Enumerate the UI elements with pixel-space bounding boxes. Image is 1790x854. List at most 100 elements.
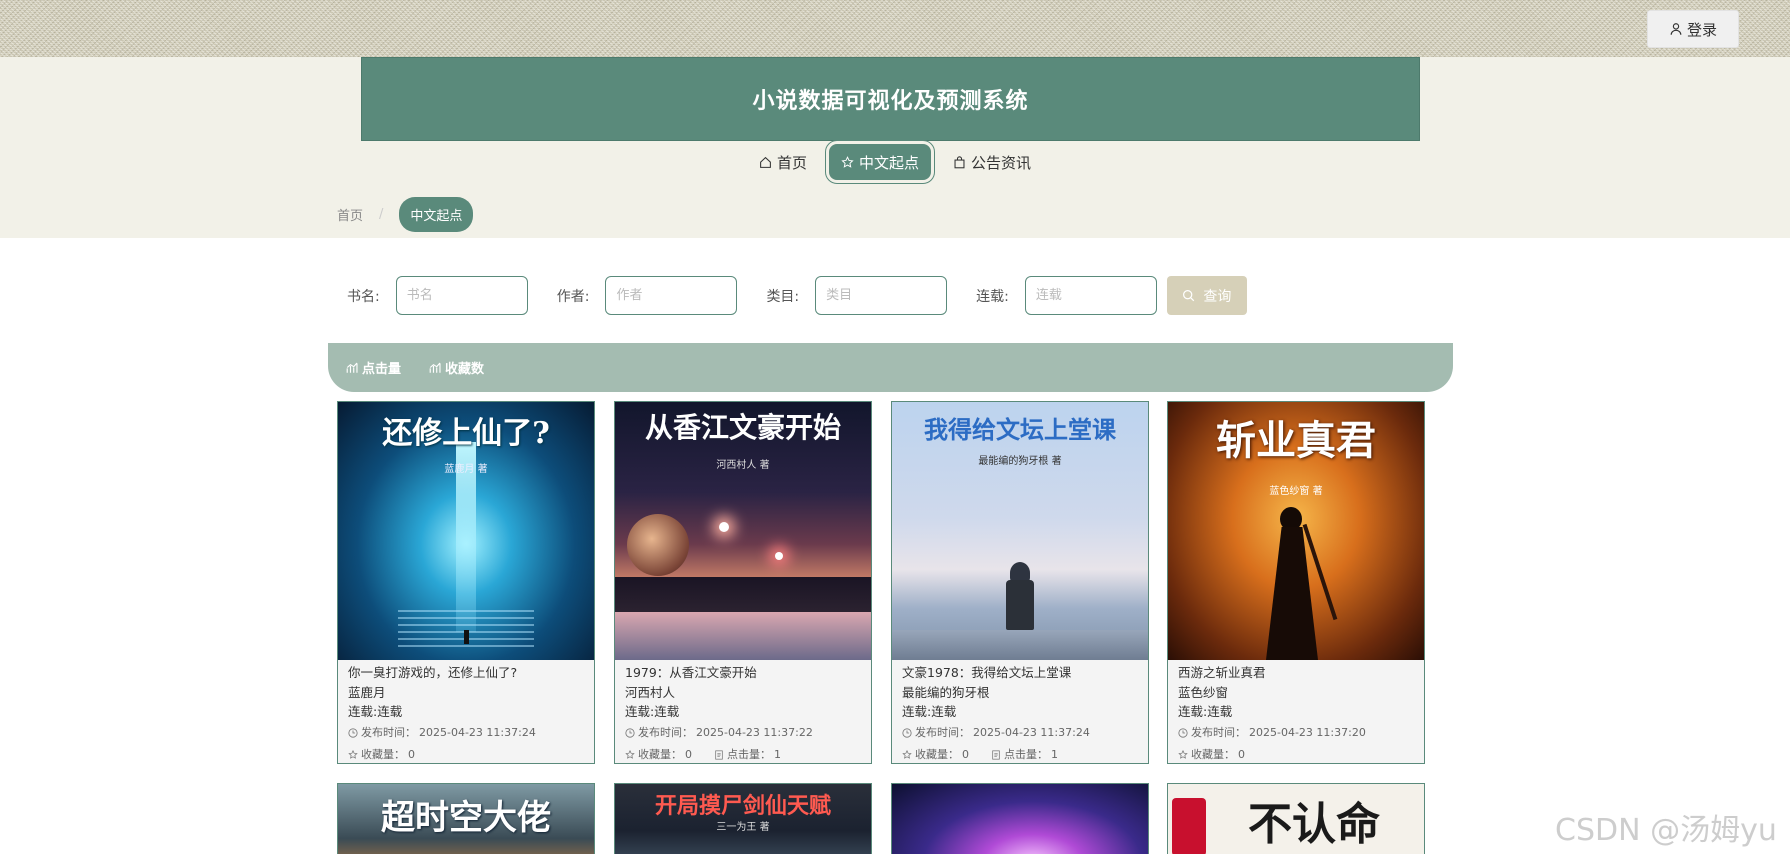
clock-icon — [902, 727, 912, 738]
star-icon — [841, 155, 854, 168]
sort-by-clicks[interactable]: 点击量 — [346, 358, 401, 377]
nav-item-qidian[interactable]: 中文起点 — [824, 140, 936, 184]
book-cover[interactable]: 斩业真君 蓝色纱窗 著 — [1168, 402, 1424, 660]
publish-time: 2025-04-23 11:37:24 — [419, 725, 536, 739]
book-card[interactable]: 开局摸尸剑仙天赋 三一为王 著 — [614, 783, 872, 854]
book-cover[interactable]: 还修上仙了? 蓝鹿月 著 — [338, 402, 594, 660]
book-card[interactable]: 超时空大佬 — [337, 783, 595, 854]
book-card[interactable]: 从香江文豪开始 河西村人 著 1979：从香江文豪开始 河西村人 连载:连载 发… — [614, 401, 872, 764]
favorites-count: 0 — [408, 747, 415, 761]
author-label: 作者: — [556, 288, 590, 305]
serial-label: 连载: — [976, 288, 1009, 305]
favorites-label: 收藏量： — [361, 747, 405, 761]
publish-label: 发布时间： — [361, 725, 416, 739]
sort-bar: 点击量 收藏数 — [328, 343, 1453, 392]
user-icon — [1670, 23, 1682, 35]
main-nav: 首页 中文起点 公告资讯 — [0, 140, 1790, 184]
clicks-label: 点击量： — [1004, 747, 1048, 761]
breadcrumb: 首页 / 中文起点 — [337, 197, 474, 232]
breadcrumb-separator: / — [379, 207, 384, 222]
book-status: 连载:连载 — [902, 704, 957, 719]
book-info: 西游之斩业真君 蓝色纱窗 连载:连载 发布时间： 2025-04-23 11:3… — [1168, 660, 1424, 764]
cover-title: 超时空大佬 — [381, 798, 551, 838]
category-input[interactable] — [815, 276, 948, 315]
watermark: CSDN @汤姆yu — [1555, 813, 1777, 848]
cover-author: 蓝鹿月 著 — [444, 464, 488, 475]
document-icon — [715, 749, 723, 760]
book-cover[interactable]: 从香江文豪开始 河西村人 著 — [615, 402, 871, 660]
book-card[interactable]: 我得给文坛上堂课 最能编的狗牙根 著 文豪1978：我得给文坛上堂课 最能编的狗… — [891, 401, 1149, 764]
star-icon — [625, 749, 635, 759]
query-label: 查询 — [1203, 287, 1232, 304]
book-title: 你一臭打游戏的，还修上仙了? — [348, 665, 518, 680]
nav-item-home[interactable]: 首页 — [747, 144, 819, 180]
site-title-bar: 小说数据可视化及预测系统 — [361, 57, 1420, 141]
clicks-count: 1 — [774, 747, 781, 761]
cover-title: 从香江文豪开始 — [644, 411, 841, 444]
nav-item-label: 中文起点 — [858, 153, 919, 172]
login-button[interactable]: 登录 — [1647, 10, 1739, 48]
favorites-label: 收藏量： — [638, 747, 682, 761]
cover-title: 我得给文坛上堂课 — [924, 415, 1116, 444]
publish-label: 发布时间： — [915, 725, 970, 739]
search-form: 书名: 作者: 类目: 连载: 查询 — [347, 276, 1247, 315]
breadcrumb-current: 中文起点 — [399, 197, 474, 232]
publish-time-row: 发布时间： 2025-04-23 11:37:22 — [625, 722, 861, 744]
nav-item-news[interactable]: 公告资讯 — [941, 144, 1043, 180]
book-info: 文豪1978：我得给文坛上堂课 最能编的狗牙根 连载:连载 发布时间： 2025… — [892, 660, 1148, 763]
publish-time: 2025-04-23 11:37:24 — [973, 725, 1090, 739]
book-info: 1979：从香江文豪开始 河西村人 连载:连载 发布时间： 2025-04-23… — [615, 660, 871, 763]
home-icon — [760, 156, 771, 168]
book-card[interactable]: 斩业真君 蓝色纱窗 著 西游之斩业真君 蓝色纱窗 连载:连载 发布时间： 202… — [1167, 401, 1425, 764]
book-name-label: 书名: — [347, 288, 380, 305]
nav-item-label: 公告资讯 — [971, 153, 1032, 172]
star-icon — [1178, 749, 1188, 759]
document-icon — [992, 749, 1000, 760]
stats-row: 收藏量： 0 — [1178, 744, 1414, 764]
book-author: 河西村人 — [625, 684, 676, 700]
clock-icon — [1178, 727, 1188, 738]
cover-author: 河西村人 著 — [716, 460, 770, 471]
book-card[interactable] — [891, 783, 1149, 854]
publish-time-row: 发布时间： 2025-04-23 11:37:24 — [902, 722, 1138, 744]
star-icon — [902, 749, 912, 759]
query-button[interactable]: 查询 — [1166, 276, 1247, 315]
favorites-count: 0 — [1238, 747, 1245, 761]
book-cover[interactable]: 我得给文坛上堂课 最能编的狗牙根 著 — [892, 402, 1148, 660]
clock-icon — [625, 727, 635, 738]
stats-row: 收藏量： 0 — [348, 744, 584, 764]
cover-title: 还修上仙了? — [382, 416, 550, 451]
clicks-count: 1 — [1051, 747, 1058, 761]
publish-time: 2025-04-23 11:37:22 — [696, 725, 813, 739]
sort-by-favorites[interactable]: 收藏数 — [429, 358, 484, 377]
book-status: 连载:连载 — [1178, 704, 1233, 719]
favorites-label: 收藏量： — [1191, 747, 1235, 761]
cover-author: 最能编的狗牙根 著 — [978, 456, 1062, 467]
book-card[interactable]: 还修上仙了? 蓝鹿月 著 你一臭打游戏的，还修上仙了? 蓝鹿月 连载:连载 发布… — [337, 401, 595, 764]
book-status: 连载:连载 — [348, 704, 403, 719]
cover-author: 蓝色纱窗 著 — [1269, 486, 1323, 497]
publish-time-row: 发布时间： 2025-04-23 11:37:24 — [348, 722, 584, 744]
chart-icon — [429, 362, 441, 373]
author-input[interactable] — [605, 276, 738, 315]
favorites-label: 收藏量： — [915, 747, 959, 761]
top-textured-band — [0, 0, 1790, 57]
publish-label: 发布时间： — [638, 725, 693, 739]
serial-input[interactable] — [1024, 276, 1157, 315]
book-name-input[interactable] — [395, 276, 528, 315]
sort-label: 收藏数 — [445, 362, 485, 377]
cover-title: 斩业真君 — [1216, 417, 1376, 464]
cover-title: 不认命 — [1248, 799, 1380, 850]
bag-icon — [954, 155, 965, 168]
favorites-count: 0 — [685, 747, 692, 761]
search-icon — [1183, 290, 1195, 302]
clock-icon — [348, 727, 358, 738]
book-title: 文豪1978：我得给文坛上堂课 — [902, 665, 1072, 680]
publish-time-row: 发布时间： 2025-04-23 11:37:20 — [1178, 722, 1414, 744]
category-label: 类目: — [766, 288, 800, 305]
breadcrumb-home[interactable]: 首页 — [337, 205, 363, 224]
book-card[interactable]: 不认命 — [1167, 783, 1425, 854]
publish-label: 发布时间： — [1191, 725, 1246, 739]
sort-label: 点击量 — [362, 362, 402, 377]
cover-author: 三一为王 著 — [716, 822, 770, 833]
